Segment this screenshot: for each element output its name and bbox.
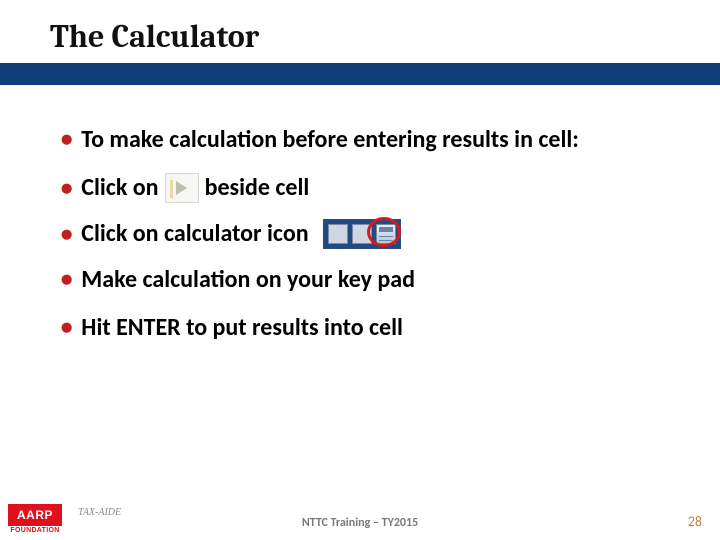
content-area: ● To make calculation before entering re… [0, 85, 720, 343]
bullet-dot-icon: ● [60, 265, 73, 294]
cut-icon [352, 224, 372, 244]
bullet-item: ● Make calculation on your key pad [60, 265, 665, 295]
bullet-item: ● Click on beside cell [60, 173, 665, 203]
bullet-item: ● Click on calculator icon [60, 219, 665, 249]
tax-aide-label: TAX-AIDE [78, 507, 121, 518]
expand-arrow-icon [165, 173, 199, 203]
bullet-dot-icon: ● [60, 174, 73, 203]
bullet-dot-icon: ● [60, 220, 73, 249]
bullet-prefix: Click on [81, 173, 158, 203]
bullet-text: Click on calculator icon [81, 219, 308, 249]
bullet-text: To make calculation before entering resu… [81, 125, 665, 155]
footer: AARP FOUNDATION TAX-AIDE NTTC Training –… [0, 498, 720, 540]
bullet-dot-icon: ● [60, 313, 73, 342]
bullet-item: ● Hit ENTER to put results into cell [60, 313, 665, 343]
page-number: 28 [688, 513, 702, 530]
print-icon [328, 224, 348, 244]
bullet-text: Make calculation on your key pad [81, 265, 665, 295]
bullet-dot-icon: ● [60, 125, 73, 154]
footer-center-text: NTTC Training – TY2015 [302, 516, 418, 530]
slide-title: The Calculator [0, 0, 720, 63]
logo-subtext: FOUNDATION [10, 527, 59, 534]
title-underline-bar [0, 63, 720, 85]
aarp-logo: AARP FOUNDATION [8, 504, 62, 534]
calculator-icon [376, 224, 396, 244]
bullet-suffix: beside cell [205, 173, 310, 203]
logo-text: AARP [8, 504, 62, 526]
toolbar-icon-group [323, 219, 401, 249]
bullet-item: ● To make calculation before entering re… [60, 125, 665, 155]
bullet-text: Hit ENTER to put results into cell [81, 313, 665, 343]
